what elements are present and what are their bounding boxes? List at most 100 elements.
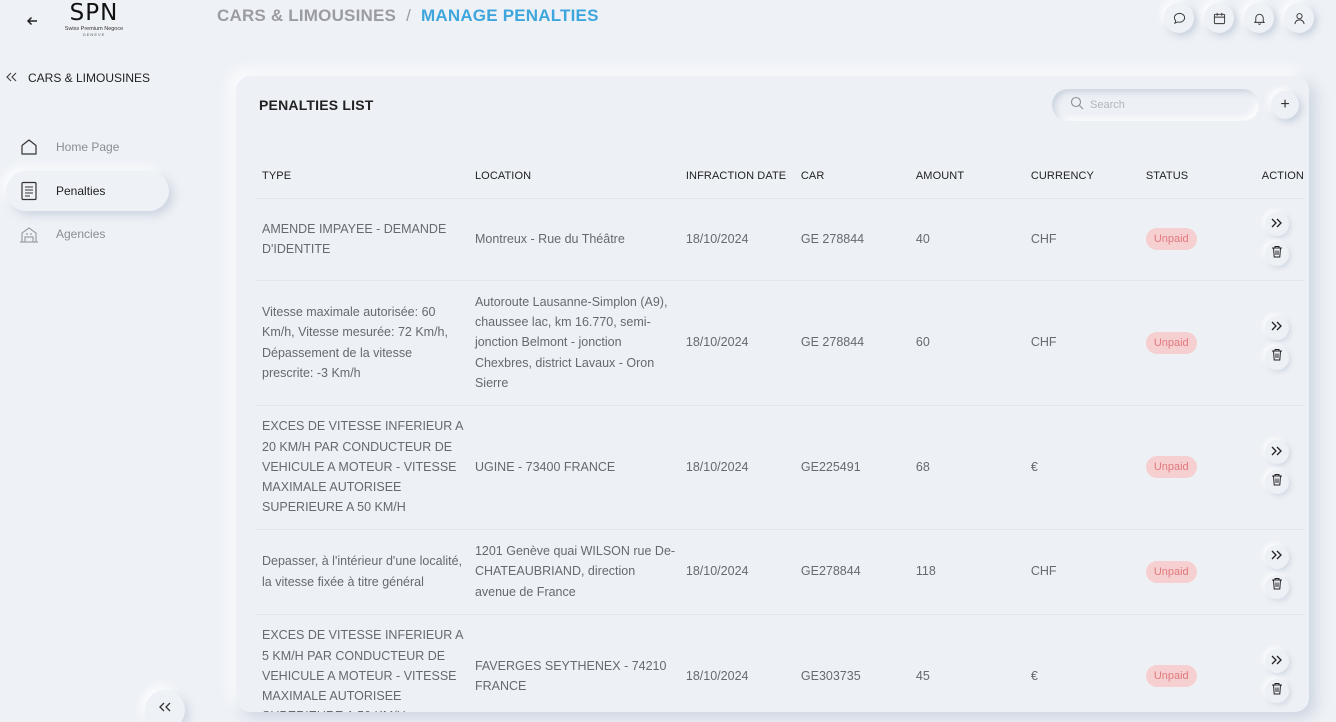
card-title: PENALTIES LIST: [259, 97, 374, 113]
cell-amount: 60: [909, 280, 1025, 406]
collapse-sidebar-button[interactable]: [145, 690, 185, 722]
column-header-amount[interactable]: AMOUNT: [909, 154, 1025, 199]
sidebar-item-home-page[interactable]: Home Page: [6, 127, 169, 167]
cell-status: Unpaid: [1139, 529, 1256, 615]
section-label: CARS & LIMOUSINES: [28, 71, 151, 85]
cell-location: UGINE - 73400 FRANCE: [468, 405, 680, 530]
cell-currency: CHF: [1024, 529, 1140, 615]
sidebar-item-label: Penalties: [56, 184, 106, 198]
bell-icon[interactable]: [1244, 3, 1274, 33]
cell-car: GE 278844: [794, 198, 910, 281]
status-badge: Unpaid: [1145, 228, 1197, 250]
cell-actions: [1255, 405, 1304, 530]
sidebar-item-label: Home Page: [56, 140, 120, 154]
cell-status: Unpaid: [1139, 280, 1256, 406]
table-row[interactable]: Depasser, à l'intérieur d'une localité, …: [256, 529, 1304, 615]
cell-status: Unpaid: [1139, 198, 1256, 281]
double-chevron-right-icon: [1271, 651, 1283, 671]
sidebar: SPN Swiss Premium Negoce GENEVE CARS & L…: [0, 0, 205, 722]
search-box[interactable]: [1052, 89, 1259, 121]
column-header-status[interactable]: STATUS: [1139, 154, 1256, 199]
sidebar-item-label: Agencies: [56, 227, 106, 241]
user-icon[interactable]: [1284, 3, 1314, 33]
column-header-infraction-date[interactable]: INFRACTION DATE: [679, 154, 795, 199]
document-icon: [17, 179, 41, 203]
cell-car: GE 278844: [794, 280, 910, 406]
home-icon: [17, 135, 41, 159]
status-badge: Unpaid: [1145, 456, 1197, 478]
view-details-button[interactable]: [1265, 212, 1289, 236]
breadcrumb: CARS & LIMOUSINES / MANAGE PENALTIES: [217, 6, 599, 26]
cell-actions: [1255, 529, 1304, 615]
cell-date: 18/10/2024: [679, 614, 795, 712]
trash-icon: [1271, 347, 1283, 367]
breadcrumb-separator: /: [406, 6, 412, 25]
penalties-card: PENALTIES LIST + TYPE LOCATION INFRACTIO…: [236, 76, 1309, 712]
delete-button[interactable]: [1265, 575, 1289, 599]
table-row[interactable]: EXCES DE VITESSE INFERIEUR A 5 KM/H PAR …: [256, 614, 1304, 712]
chat-icon[interactable]: [1164, 3, 1194, 33]
status-badge: Unpaid: [1145, 331, 1197, 354]
header-actions: [1164, 3, 1314, 33]
calendar-icon[interactable]: [1204, 3, 1234, 33]
column-header-currency[interactable]: CURRENCY: [1024, 154, 1140, 199]
cell-type: Depasser, à l'intérieur d'une localité, …: [256, 529, 469, 615]
add-penalty-button[interactable]: +: [1271, 91, 1299, 119]
cell-location: Montreux - Rue du Théâtre: [468, 198, 680, 281]
cell-location: 1201 Genève quai WILSON rue De-CHATEAUBR…: [468, 529, 680, 615]
table-header-row: TYPE LOCATION INFRACTION DATE CAR AMOUNT…: [256, 154, 1304, 199]
column-header-car[interactable]: CAR: [794, 154, 910, 199]
search-icon: [1070, 96, 1084, 115]
penalties-table: TYPE LOCATION INFRACTION DATE CAR AMOUNT…: [256, 154, 1304, 712]
sidebar-item-agencies[interactable]: Agencies: [6, 214, 169, 254]
view-details-button[interactable]: [1265, 316, 1289, 340]
view-details-button[interactable]: [1265, 649, 1289, 673]
cell-actions: [1255, 198, 1304, 281]
cell-type: AMENDE IMPAYEE - DEMANDE D'IDENTITE: [256, 198, 469, 281]
sidebar-item-penalties[interactable]: Penalties: [6, 171, 169, 211]
cell-location: Autoroute Lausanne-Simplon (A9), chausse…: [468, 280, 680, 406]
cell-amount: 40: [909, 198, 1025, 281]
column-header-action: ACTION: [1255, 154, 1304, 199]
cell-type: Vitesse maximale autorisée: 60 Km/h, Vit…: [256, 280, 469, 406]
cell-status: Unpaid: [1139, 614, 1256, 712]
cell-currency: €: [1024, 405, 1140, 530]
building-icon: [17, 222, 41, 246]
page-title: MANAGE PENALTIES: [421, 6, 599, 25]
cell-type: EXCES DE VITESSE INFERIEUR A 5 KM/H PAR …: [256, 614, 469, 712]
table-row[interactable]: EXCES DE VITESSE INFERIEUR A 20 KM/H PAR…: [256, 405, 1304, 530]
table-row[interactable]: Vitesse maximale autorisée: 60 Km/h, Vit…: [256, 280, 1304, 406]
double-chevron-right-icon: [1271, 317, 1283, 337]
view-details-button[interactable]: [1265, 545, 1289, 569]
trash-icon: [1271, 244, 1283, 264]
logo[interactable]: SPN Swiss Premium Negoce GENEVE: [52, 0, 136, 40]
delete-button[interactable]: [1265, 346, 1289, 370]
cell-currency: CHF: [1024, 280, 1140, 406]
cell-type: EXCES DE VITESSE INFERIEUR A 20 KM/H PAR…: [256, 405, 469, 530]
double-chevron-right-icon: [1271, 214, 1283, 234]
cell-currency: €: [1024, 614, 1140, 712]
cell-amount: 68: [909, 405, 1025, 530]
cell-car: GE225491: [794, 405, 910, 530]
delete-button[interactable]: [1265, 470, 1289, 494]
section-link-cars-limousines[interactable]: CARS & LIMOUSINES: [6, 70, 150, 86]
double-chevron-left-icon: [6, 71, 20, 85]
cell-amount: 118: [909, 529, 1025, 615]
column-header-type[interactable]: TYPE: [256, 154, 469, 199]
status-badge: Unpaid: [1145, 560, 1197, 583]
cell-actions: [1255, 614, 1304, 712]
delete-button[interactable]: [1265, 242, 1289, 266]
cell-location: FAVERGES SEYTHENEX - 74210 FRANCE: [468, 614, 680, 712]
double-chevron-right-icon: [1271, 442, 1283, 462]
back-arrow-icon[interactable]: [22, 11, 42, 31]
column-header-location[interactable]: LOCATION: [468, 154, 680, 199]
cell-amount: 45: [909, 614, 1025, 712]
logo-mark: SPN: [69, 0, 119, 26]
cell-currency: CHF: [1024, 198, 1140, 281]
breadcrumb-parent[interactable]: CARS & LIMOUSINES: [217, 6, 396, 26]
view-details-button[interactable]: [1265, 440, 1289, 464]
table-row[interactable]: AMENDE IMPAYEE - DEMANDE D'IDENTITE Mont…: [256, 198, 1304, 281]
delete-button[interactable]: [1265, 679, 1289, 703]
search-input[interactable]: [1090, 99, 1240, 111]
cell-date: 18/10/2024: [679, 529, 795, 615]
